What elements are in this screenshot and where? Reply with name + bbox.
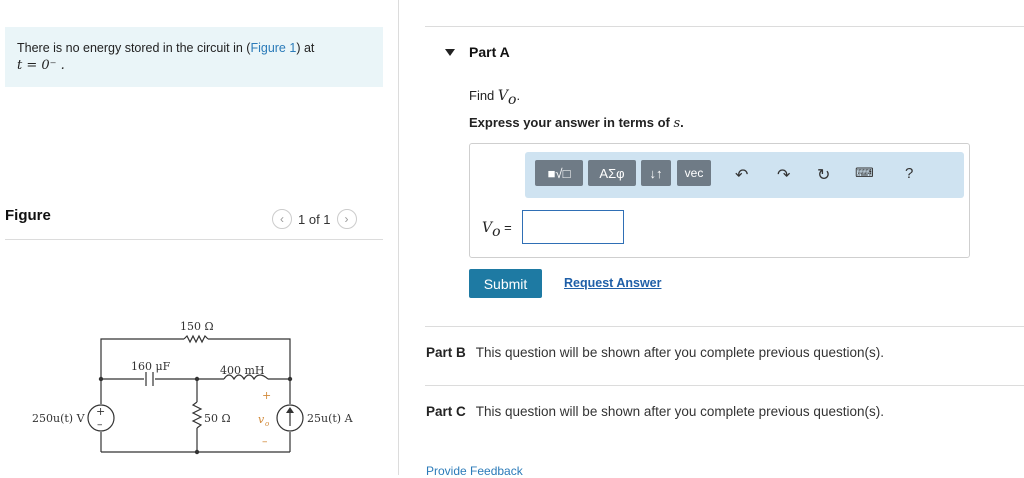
parta-divider xyxy=(425,26,1024,27)
answer-input[interactable] xyxy=(522,210,624,244)
partc-row: Part C This question will be shown after … xyxy=(426,404,884,419)
partc-text: This question will be shown after you co… xyxy=(475,404,884,419)
label-inductor: 400 mH xyxy=(220,364,265,377)
figure-link[interactable]: Figure 1 xyxy=(250,41,296,55)
resistor-50 xyxy=(191,401,203,429)
partc-label: Part C xyxy=(426,404,466,419)
vo-plus: + xyxy=(262,389,271,402)
label-r150: 150 Ω xyxy=(180,320,214,333)
reset-icon[interactable]: ↻ xyxy=(817,165,830,185)
answer-var: V xyxy=(482,220,493,236)
problem-panel: There is no energy stored in the circuit… xyxy=(0,0,398,475)
help-icon[interactable]: ? xyxy=(905,165,913,182)
circuit-diagram: 150 Ω 160 μF 400 mH 50 Ω 250u(t) V 25u(t… xyxy=(32,320,354,455)
partb-row: Part B This question will be shown after … xyxy=(426,345,884,360)
problem-statement: There is no energy stored in the circuit… xyxy=(5,27,383,87)
intro-text-after: ) at xyxy=(296,41,315,55)
partb-text: This question will be shown after you co… xyxy=(475,345,884,360)
label-isrc: 25u(t) A xyxy=(307,412,354,425)
express-instruction: Express your answer in terms of s. xyxy=(469,115,684,131)
pager-text: 1 of 1 xyxy=(298,211,331,227)
label-vsrc: 250u(t) V xyxy=(32,412,86,425)
vsrc-minus: – xyxy=(97,418,103,431)
current-arrow-head xyxy=(286,407,294,413)
find-text: Find xyxy=(469,88,495,103)
answer-eq: = xyxy=(500,220,512,235)
vec-button[interactable]: vec xyxy=(677,160,711,186)
keyboard-icon[interactable]: ⌨ xyxy=(855,165,874,181)
chevron-left-icon[interactable]: ‹ xyxy=(272,209,292,229)
node-left xyxy=(98,376,104,382)
answer-label: Vo = xyxy=(482,220,512,240)
question-panel: Part A Find Vo. Express your answer in t… xyxy=(399,0,1024,478)
partb-label: Part B xyxy=(426,345,466,360)
node-bottom xyxy=(194,449,200,455)
answer-box: ■√□ ΑΣφ ↓↑ vec ↶ ↷ ↻ ⌨ ? Vo = xyxy=(469,143,970,258)
find-prompt: Find Vo. xyxy=(469,88,520,108)
find-var: V xyxy=(497,88,509,104)
express-text: Express your answer in terms of xyxy=(469,115,670,130)
vsrc-plus: + xyxy=(96,405,105,418)
submit-button[interactable]: Submit xyxy=(469,269,542,298)
templates-button[interactable]: ■√□ xyxy=(535,160,583,186)
collapse-triangle-icon[interactable] xyxy=(445,48,455,56)
answer-sub: o xyxy=(492,223,501,240)
express-end: . xyxy=(680,115,684,130)
math-toolbar: ■√□ ΑΣφ ↓↑ vec ↶ ↷ ↻ ⌨ ? xyxy=(525,152,964,198)
node-mid xyxy=(194,376,200,382)
chevron-right-icon[interactable]: › xyxy=(336,209,357,229)
partb-divider xyxy=(425,326,1024,327)
label-r50: 50 Ω xyxy=(204,412,231,425)
undo-icon[interactable]: ↶ xyxy=(735,165,748,185)
provide-feedback-link[interactable]: Provide Feedback xyxy=(426,464,523,478)
arrows-button[interactable]: ↓↑ xyxy=(641,160,671,186)
figure-title: Figure xyxy=(5,207,51,224)
figure-divider xyxy=(5,239,383,240)
greek-symbols-button[interactable]: ΑΣφ xyxy=(588,160,636,186)
vo-sub: o xyxy=(265,420,269,428)
figure-pager: ‹ 1 of 1 › xyxy=(272,207,357,231)
resistor-150 xyxy=(183,334,209,344)
parta-header[interactable]: Part A xyxy=(445,44,510,60)
problem-text: There is no energy stored in the circuit… xyxy=(17,41,314,55)
request-answer-link[interactable]: Request Answer xyxy=(564,276,661,290)
redo-icon[interactable]: ↷ xyxy=(777,165,790,185)
label-cap: 160 μF xyxy=(131,360,171,373)
parta-label: Part A xyxy=(469,44,510,60)
partc-divider xyxy=(425,385,1024,386)
time-expression: t = 0⁻ . xyxy=(17,58,65,73)
find-end: . xyxy=(516,88,521,103)
node-right xyxy=(287,376,293,382)
vo-minus: – xyxy=(262,435,268,448)
vo-label: v xyxy=(258,413,265,426)
intro-text: There is no energy stored in the circuit… xyxy=(17,41,251,55)
